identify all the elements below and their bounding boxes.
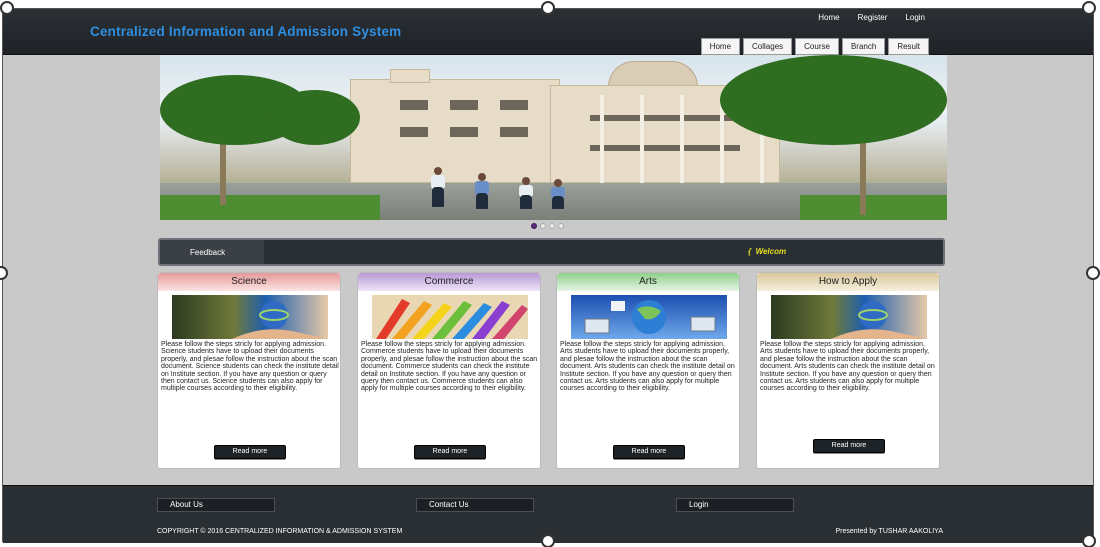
- top-links: Home Register Login: [818, 13, 925, 22]
- nav-home[interactable]: Home: [700, 38, 741, 55]
- banner-window: [400, 127, 428, 137]
- banner-lawn-left: [160, 195, 380, 220]
- footer-login[interactable]: Login: [676, 498, 794, 512]
- feedback-button[interactable]: Feedback: [160, 240, 264, 264]
- card-description: Please follow the steps stricly for appl…: [560, 341, 735, 393]
- card-commerce: Commerce Please follow the steps stricly…: [357, 272, 541, 469]
- card-title: Commerce: [358, 273, 540, 291]
- footer-contact-us[interactable]: Contact Us: [416, 498, 534, 512]
- presented-by-text: Presented by TUSHAR AAKOLIYA: [835, 528, 943, 535]
- banner-person: [552, 196, 564, 209]
- banner-window: [450, 100, 478, 110]
- card-science: Science Please follow the steps stricly …: [157, 272, 341, 469]
- read-more-button[interactable]: Read more: [214, 445, 286, 459]
- banner-building-roof: [390, 69, 430, 83]
- nav-collages[interactable]: Collages: [743, 38, 793, 55]
- banner-person: [522, 177, 530, 185]
- banner-person: [478, 173, 486, 181]
- banner-column: [680, 95, 684, 183]
- banner-window: [590, 145, 740, 151]
- welcome-text: Welcom: [755, 247, 787, 256]
- slider-dot-4[interactable]: [558, 223, 564, 229]
- banner-window: [500, 127, 528, 137]
- site-title[interactable]: Centralized Information and Admission Sy…: [90, 24, 401, 39]
- banner-window: [590, 115, 740, 121]
- read-more-button[interactable]: Read more: [813, 439, 885, 453]
- nav-branch[interactable]: Branch: [841, 38, 886, 55]
- slider-dot-2[interactable]: [540, 223, 546, 229]
- card-description: Please follow the steps stricly for appl…: [361, 341, 538, 393]
- banner-column: [600, 95, 604, 183]
- banner-window: [450, 127, 478, 137]
- banner-lawn-right: [800, 195, 947, 220]
- card-title: Arts: [557, 273, 739, 291]
- nav-result[interactable]: Result: [888, 38, 929, 55]
- welcome-marquee: { Welcom: [748, 247, 786, 256]
- top-link-home[interactable]: Home: [818, 13, 839, 22]
- top-link-register[interactable]: Register: [858, 13, 888, 22]
- resize-handle-top-right[interactable]: [1082, 1, 1096, 15]
- how-to-apply-image: [771, 295, 927, 339]
- banner-person: [434, 167, 442, 175]
- copyright-text: COPYRIGHT © 2016 CENTRALIZED INFORMATION…: [157, 528, 403, 535]
- resize-handle-top-center[interactable]: [541, 1, 555, 15]
- banner-palm-leaves: [270, 90, 360, 145]
- welcome-prefix: {: [748, 247, 756, 256]
- footer-about-us[interactable]: About Us: [157, 498, 275, 512]
- resize-handle-top-left[interactable]: [0, 1, 14, 15]
- card-how-to-apply: How to Apply Please follow the steps str…: [756, 272, 940, 469]
- banner-person: [554, 179, 562, 187]
- slider-dot-3[interactable]: [549, 223, 555, 229]
- slider-dot-1[interactable]: [531, 223, 537, 229]
- feedback-strip: Feedback { Welcom: [158, 238, 945, 266]
- read-more-button[interactable]: Read more: [414, 445, 486, 459]
- banner-column: [640, 95, 644, 183]
- slider-dots: [531, 223, 564, 229]
- card-description: Please follow the steps stricly for appl…: [760, 341, 935, 393]
- main-nav: Home Collages Course Branch Result: [700, 38, 929, 55]
- banner-window: [500, 100, 528, 110]
- banner-dome: [608, 61, 698, 87]
- card-title: How to Apply: [757, 273, 939, 291]
- colored-pencils-icon: [376, 299, 528, 339]
- resize-handle-middle-right[interactable]: [1086, 266, 1100, 280]
- science-image: [172, 295, 328, 339]
- resize-handle-bottom-right[interactable]: [1082, 534, 1096, 547]
- globe-hand-icon: [831, 301, 927, 339]
- page-frame: Centralized Information and Admission Sy…: [2, 8, 1094, 543]
- globe-computers-icon: [584, 300, 716, 334]
- arts-image: [571, 295, 727, 339]
- site-header: Centralized Information and Admission Sy…: [3, 9, 1093, 55]
- banner-palm-leaves: [720, 55, 947, 145]
- read-more-button[interactable]: Read more: [613, 445, 685, 459]
- card-title: Science: [158, 273, 340, 291]
- banner-person: [476, 193, 488, 209]
- campus-banner-image: [160, 55, 947, 220]
- banner-person: [520, 195, 532, 209]
- card-arts: Arts Please follow the steps stricly for…: [556, 272, 740, 469]
- banner-person: [432, 187, 444, 207]
- commerce-image: [372, 295, 528, 339]
- top-link-login[interactable]: Login: [905, 13, 925, 22]
- globe-hand-icon: [232, 301, 328, 339]
- resize-handle-bottom-center[interactable]: [541, 534, 555, 547]
- nav-course[interactable]: Course: [795, 38, 839, 55]
- card-description: Please follow the steps stricly for appl…: [161, 341, 339, 393]
- banner-window: [400, 100, 428, 110]
